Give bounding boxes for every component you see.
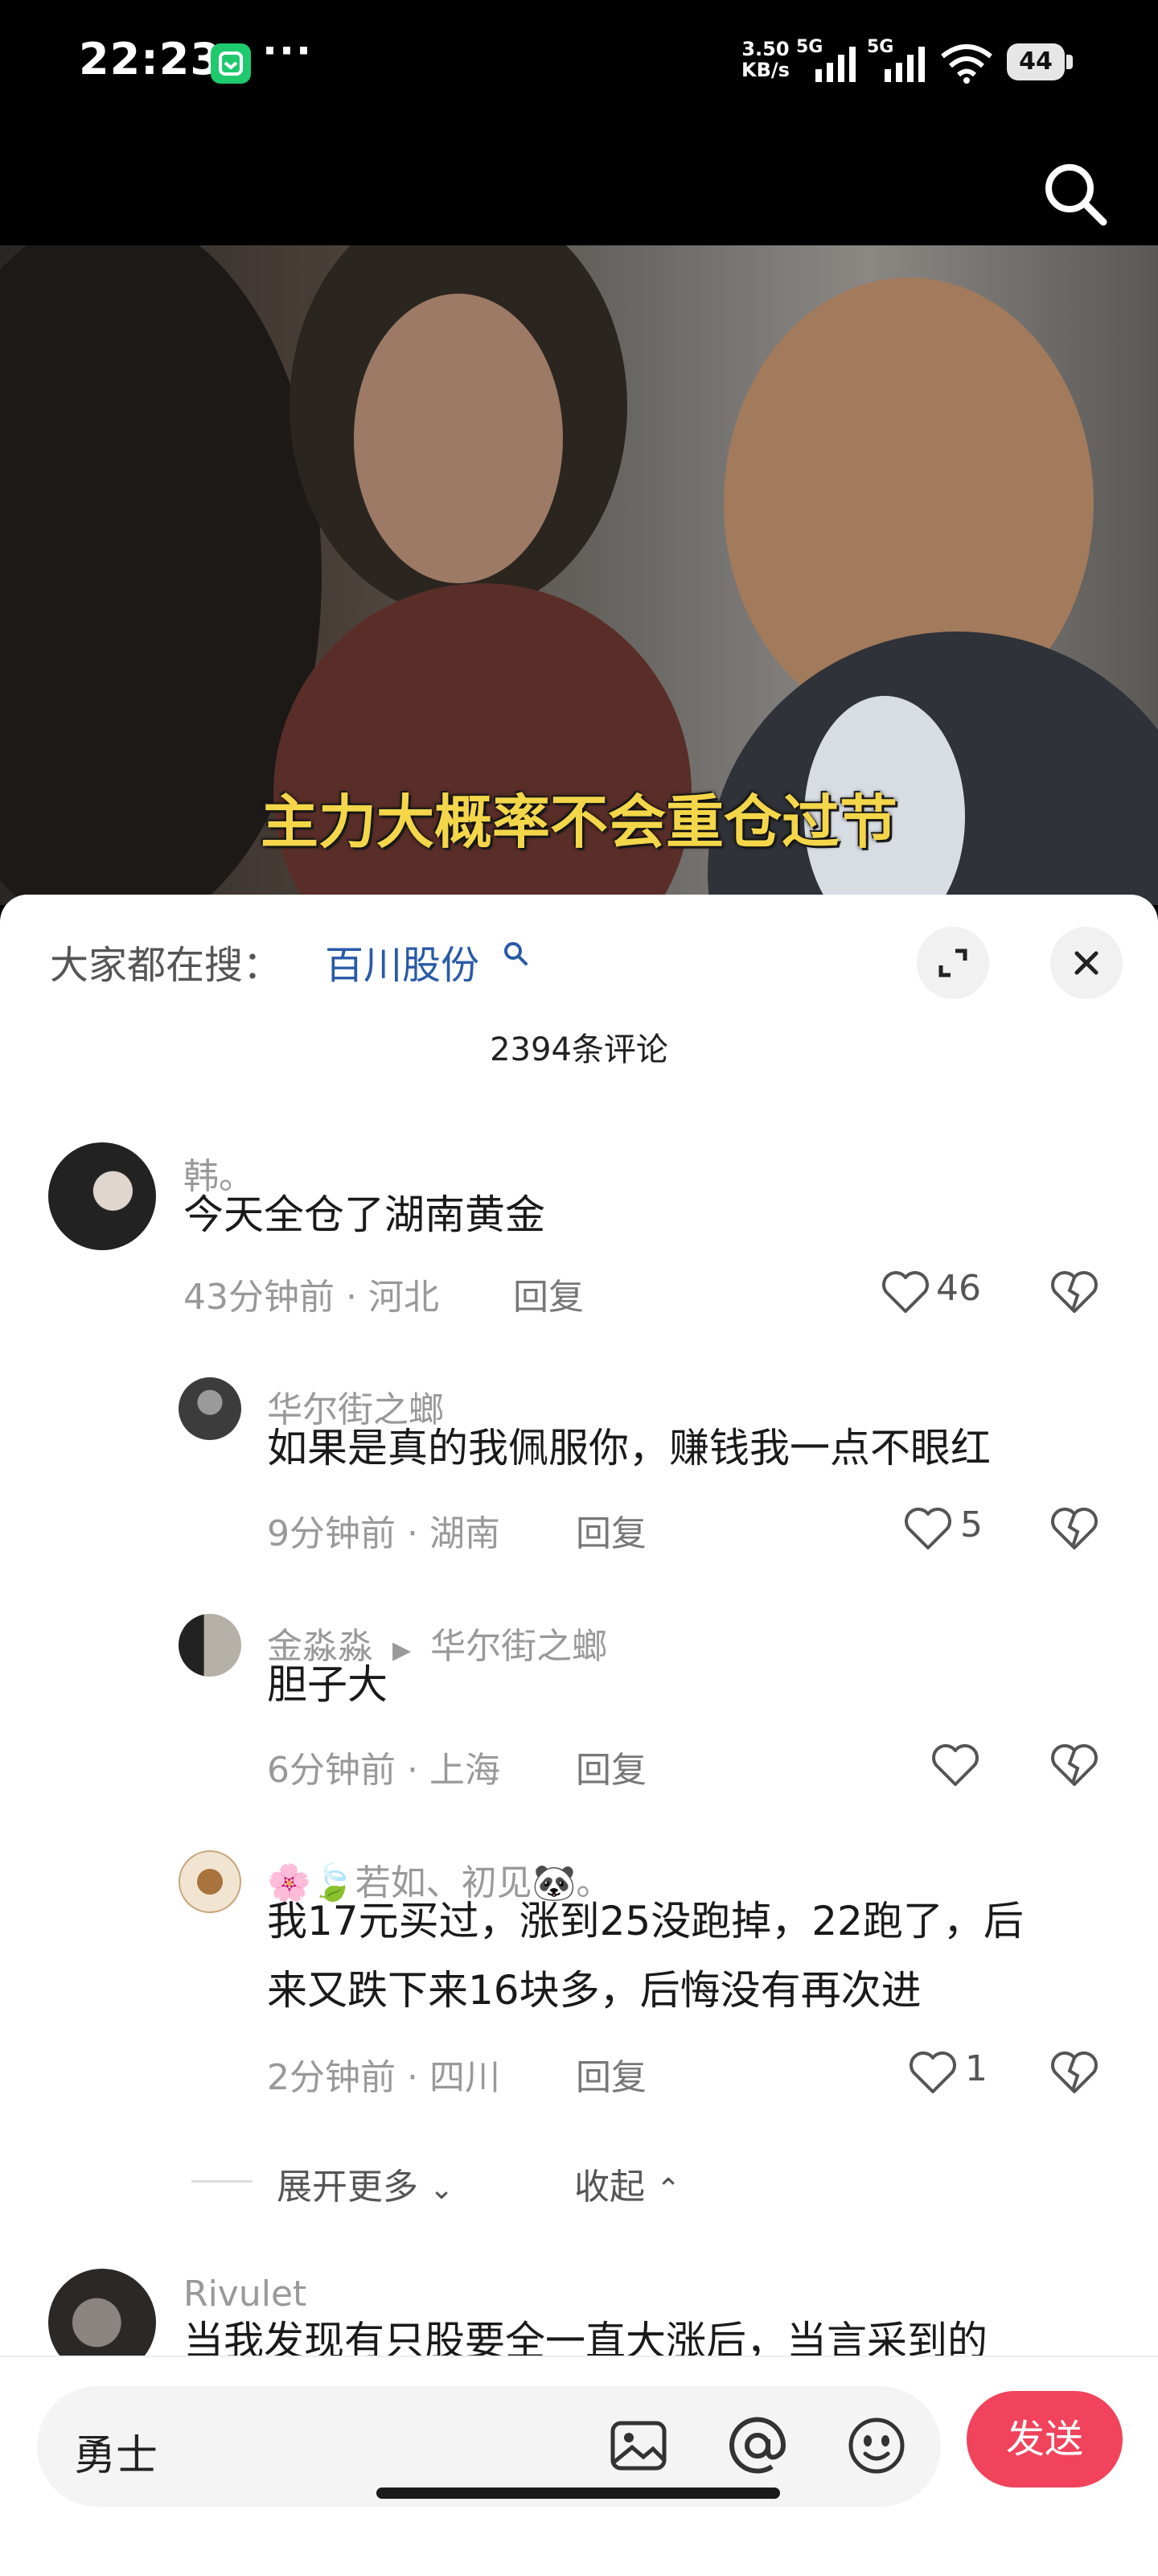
clock: 22:23 — [79, 34, 221, 84]
comment-text-line: 我17元买过，涨到25没跑掉，22跑了，后 — [267, 1898, 1024, 1944]
send-button[interactable]: 发送 — [967, 2391, 1123, 2488]
emoji-icon[interactable] — [846, 2415, 907, 2476]
avatar[interactable] — [179, 1614, 241, 1677]
network-speed-unit: KB/s — [741, 59, 790, 81]
heart-icon[interactable] — [904, 1506, 952, 1551]
comment-text: 如果是真的我佩服你，赚钱我一点不眼红 — [267, 1425, 991, 1471]
avatar[interactable] — [179, 1850, 241, 1913]
reply-to-name[interactable]: 华尔街之螂 — [430, 1626, 607, 1667]
video-figure-face — [354, 294, 563, 583]
comment-input-bar: 勇士 发送 — [0, 2356, 1158, 2576]
comment-input-text[interactable]: 勇士 — [74, 2422, 158, 2482]
comment-text: 今天全仓了湖南黄金 — [183, 1191, 545, 1238]
comment-meta: 2分钟前 · 四川 — [267, 2057, 500, 2098]
expand-button[interactable] — [917, 927, 989, 999]
wifi-icon — [941, 44, 992, 84]
like-count: 1 — [965, 2048, 988, 2089]
chevron-up-icon: ⌃ — [656, 2173, 681, 2206]
broken-heart-icon[interactable] — [1050, 1743, 1098, 1788]
search-button[interactable] — [1039, 158, 1111, 230]
comment-panel: 大家都在搜： 百川股份 2394条评论 韩。 今天全仓了湖南黄金 43分钟前 ·… — [0, 895, 1158, 2574]
comment-count: 2394条评论 — [490, 1031, 668, 1068]
network-speed-value: 3.50 — [741, 38, 790, 60]
like-count: 46 — [936, 1268, 981, 1309]
trending-search-link[interactable]: 百川股份 — [325, 933, 479, 990]
comment-meta: 43分钟前 · 河北 — [183, 1277, 439, 1318]
chevron-down-icon: ⌄ — [429, 2173, 454, 2206]
trending-search-label: 大家都在搜： — [50, 943, 282, 988]
comment-text: 胆子大 — [267, 1661, 388, 1708]
broken-heart-icon[interactable] — [1050, 1269, 1098, 1315]
expand-more-replies-button[interactable]: 展开更多 ⌄ — [277, 2158, 454, 2209]
close-icon — [1074, 951, 1098, 975]
reply-arrow-icon: ▶ — [392, 1636, 412, 1665]
battery-icon: 44 — [1007, 43, 1073, 80]
signal-icon — [815, 47, 856, 82]
divider — [191, 2180, 253, 2183]
search-icon — [1045, 164, 1107, 226]
network-speed: 3.50 KB/s — [741, 39, 790, 80]
search-icon[interactable] — [502, 940, 529, 967]
signal-icon — [885, 47, 925, 82]
status-bar: 22:23 ··· 3.50 KB/s 5G 5G 44 — [0, 0, 1158, 121]
reply-button[interactable]: 回复 — [576, 1504, 647, 1556]
expand-more-label: 展开更多 — [277, 2167, 418, 2208]
at-mention-icon[interactable] — [727, 2415, 788, 2476]
comment-meta: 6分钟前 · 上海 — [267, 1750, 500, 1791]
home-indicator[interactable] — [376, 2488, 780, 2499]
broken-heart-icon[interactable] — [1050, 1506, 1098, 1551]
more-notifications-icon: ··· — [262, 27, 313, 74]
comment-text-line: 来又跌下来16块多，后悔没有再次进 — [267, 1967, 922, 2014]
avatar[interactable] — [179, 1377, 241, 1440]
broken-heart-icon[interactable] — [1050, 2050, 1098, 2095]
close-button[interactable] — [1050, 927, 1123, 999]
image-icon[interactable] — [608, 2415, 669, 2476]
video-subtitle: 主力大概率不会重仓过节 — [260, 788, 897, 856]
video-player[interactable]: 主力大概率不会重仓过节 — [0, 245, 1158, 905]
battery-level: 44 — [1019, 47, 1053, 76]
avatar[interactable] — [48, 1142, 156, 1250]
expand-icon — [938, 949, 967, 977]
collapse-label: 收起 — [574, 2167, 645, 2208]
collapse-replies-button[interactable]: 收起 ⌃ — [574, 2158, 680, 2209]
reply-button[interactable]: 回复 — [576, 2048, 647, 2100]
reply-button[interactable]: 回复 — [513, 1268, 584, 1319]
heart-icon[interactable] — [909, 2050, 957, 2095]
heart-icon[interactable] — [931, 1743, 979, 1788]
like-count: 5 — [960, 1504, 983, 1545]
app-notification-icon — [211, 43, 251, 84]
comment-meta: 9分钟前 · 湖南 — [267, 1513, 500, 1554]
reply-button[interactable]: 回复 — [576, 1741, 647, 1792]
heart-icon[interactable] — [881, 1269, 930, 1315]
